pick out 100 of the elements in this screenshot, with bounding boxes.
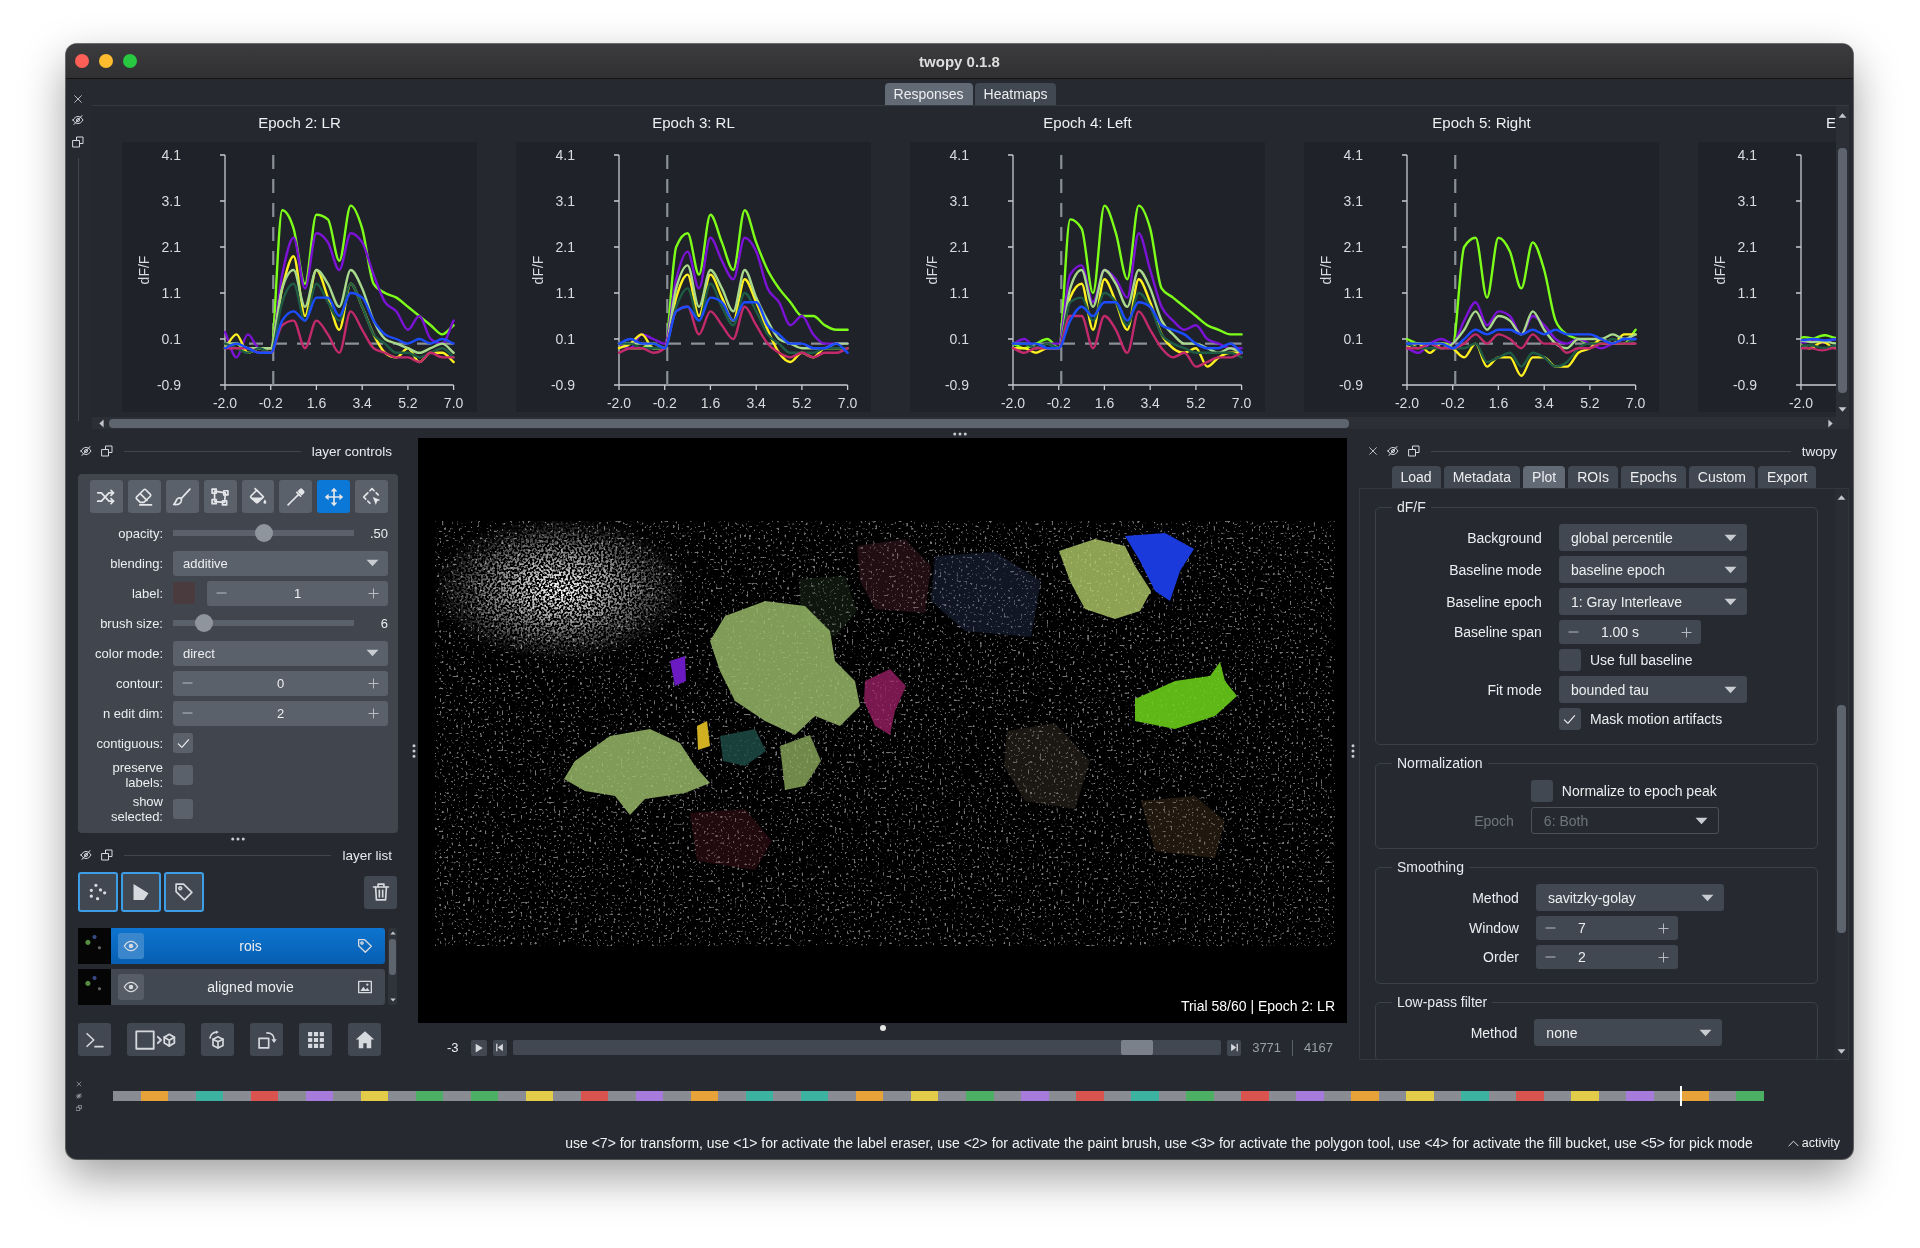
- layer-item[interactable]: aligned movie: [111, 969, 385, 1005]
- spin-box[interactable]: 7: [1535, 916, 1678, 940]
- vertical-scrollbar[interactable]: [1836, 106, 1849, 417]
- spin-box[interactable]: 0: [173, 670, 388, 696]
- triangle-up-icon[interactable]: [1837, 495, 1846, 500]
- eraser-button[interactable]: [127, 480, 161, 513]
- eye-crossed-icon[interactable]: [1387, 445, 1399, 457]
- dropdown[interactable]: bounded tau: [1558, 676, 1747, 703]
- checkbox[interactable]: [1558, 708, 1581, 730]
- checkbox[interactable]: [1530, 780, 1553, 802]
- tab[interactable]: ROIs: [1568, 466, 1619, 488]
- drag-handle-icon[interactable]: [231, 837, 245, 841]
- tab[interactable]: Custom: [1688, 466, 1755, 488]
- last-frame-button[interactable]: [1227, 1039, 1242, 1056]
- vertical-scrollbar[interactable]: [1835, 489, 1848, 1059]
- plus-icon[interactable]: [1657, 922, 1669, 934]
- horizontal-scrollbar[interactable]: [92, 417, 1849, 429]
- visibility-toggle[interactable]: [118, 974, 144, 1000]
- visibility-toggle[interactable]: [118, 933, 144, 959]
- polygon-button[interactable]: [203, 480, 237, 513]
- frame-slider-track[interactable]: [512, 1040, 1222, 1055]
- triangle-left-icon[interactable]: [99, 418, 104, 428]
- first-frame-button[interactable]: [492, 1039, 507, 1056]
- transform-button[interactable]: [355, 480, 388, 513]
- overlapping-squares-icon[interactable]: [1408, 445, 1420, 457]
- transpose-button[interactable]: [250, 1023, 283, 1056]
- scrollbar-thumb[interactable]: [389, 939, 396, 975]
- triangle-right-icon[interactable]: [1828, 418, 1833, 428]
- close-icon[interactable]: [1368, 446, 1378, 456]
- trial-bar[interactable]: [113, 1086, 1764, 1106]
- trial-marker[interactable]: [1680, 1086, 1683, 1106]
- spin-box[interactable]: 2: [173, 700, 388, 726]
- close-icon[interactable]: [76, 1081, 82, 1087]
- shuffle-colors-button[interactable]: [90, 480, 123, 513]
- overlapping-squares-icon[interactable]: [72, 136, 84, 148]
- plus-icon[interactable]: [368, 707, 379, 719]
- tab[interactable]: Export: [1758, 466, 1817, 488]
- roll-axes-button[interactable]: [201, 1023, 234, 1056]
- scrollbar-thumb[interactable]: [109, 418, 1349, 428]
- play-button[interactable]: [470, 1039, 487, 1056]
- triangle-down-icon[interactable]: [1837, 1049, 1846, 1054]
- display-toggle-button[interactable]: [127, 1023, 185, 1056]
- viewer-canvas[interactable]: Trial 58/60 | Epoch 2: LR: [418, 438, 1347, 1023]
- eye-crossed-icon[interactable]: [72, 114, 84, 126]
- spin-box[interactable]: 2: [1535, 945, 1678, 969]
- new-points-layer-button[interactable]: [78, 872, 118, 912]
- scrollbar-thumb[interactable]: [1838, 148, 1847, 393]
- tab[interactable]: Metadata: [1443, 466, 1521, 488]
- slider-thumb[interactable]: [194, 614, 213, 632]
- delete-layer-button[interactable]: [364, 875, 397, 909]
- checkbox[interactable]: [173, 733, 193, 753]
- checkbox[interactable]: [173, 799, 193, 819]
- overlapping-squares-icon[interactable]: [101, 445, 113, 457]
- drag-handle-icon[interactable]: [1351, 743, 1355, 758]
- triangle-up-icon[interactable]: [389, 931, 396, 935]
- dropdown[interactable]: baseline epoch: [1558, 556, 1747, 583]
- overlapping-squares-icon[interactable]: [101, 849, 113, 861]
- layer-item[interactable]: rois: [111, 928, 385, 964]
- plus-icon[interactable]: [1680, 626, 1692, 638]
- home-button[interactable]: [348, 1023, 381, 1056]
- fill-bucket-button[interactable]: [241, 480, 275, 513]
- close-icon[interactable]: [73, 94, 83, 104]
- pan-zoom-button[interactable]: [317, 480, 351, 513]
- activity-button[interactable]: activity: [1787, 1136, 1840, 1150]
- triangle-down-icon[interactable]: [1838, 407, 1847, 412]
- dropdown[interactable]: none: [1534, 1019, 1723, 1046]
- checkbox[interactable]: [1558, 649, 1581, 671]
- plus-icon[interactable]: [368, 587, 379, 599]
- drag-handle-icon[interactable]: [879, 1024, 886, 1031]
- spin-box[interactable]: 1.00 s: [1558, 620, 1701, 644]
- eye-crossed-icon[interactable]: [80, 445, 92, 457]
- paint-brush-button[interactable]: [165, 480, 199, 513]
- scrollbar-thumb[interactable]: [1837, 705, 1846, 933]
- grid-mode-button[interactable]: [299, 1023, 332, 1056]
- slider-thumb[interactable]: [1121, 1040, 1154, 1055]
- triangle-down-icon[interactable]: [389, 998, 396, 1002]
- drag-handle-icon[interactable]: [952, 431, 967, 436]
- triangle-up-icon[interactable]: [1838, 113, 1847, 118]
- eye-crossed-icon[interactable]: [76, 1093, 82, 1099]
- dropdown[interactable]: direct: [173, 640, 388, 666]
- plus-icon[interactable]: [1657, 951, 1669, 963]
- tab[interactable]: Plot: [1523, 466, 1566, 488]
- new-labels-layer-button[interactable]: [164, 872, 204, 912]
- dropdown[interactable]: 1: Gray Interleave: [1558, 588, 1747, 615]
- checkbox[interactable]: [173, 765, 193, 785]
- dropdown[interactable]: global percentile: [1558, 524, 1747, 551]
- window-minimize-button[interactable]: [99, 54, 113, 68]
- plus-icon[interactable]: [368, 677, 379, 689]
- color-picker-button[interactable]: [279, 480, 313, 513]
- spin-box[interactable]: 1: [207, 580, 388, 606]
- console-button[interactable]: [78, 1023, 111, 1056]
- window-zoom-button[interactable]: [123, 54, 137, 68]
- tab[interactable]: Epochs: [1621, 466, 1686, 488]
- slider-thumb[interactable]: [254, 524, 273, 542]
- eye-crossed-icon[interactable]: [80, 849, 92, 861]
- dropdown[interactable]: additive: [173, 550, 388, 576]
- drag-handle-icon[interactable]: [412, 743, 416, 758]
- vertical-scrollbar[interactable]: [388, 928, 397, 1005]
- tab[interactable]: Responses: [884, 83, 973, 105]
- tab[interactable]: Heatmaps: [974, 83, 1057, 105]
